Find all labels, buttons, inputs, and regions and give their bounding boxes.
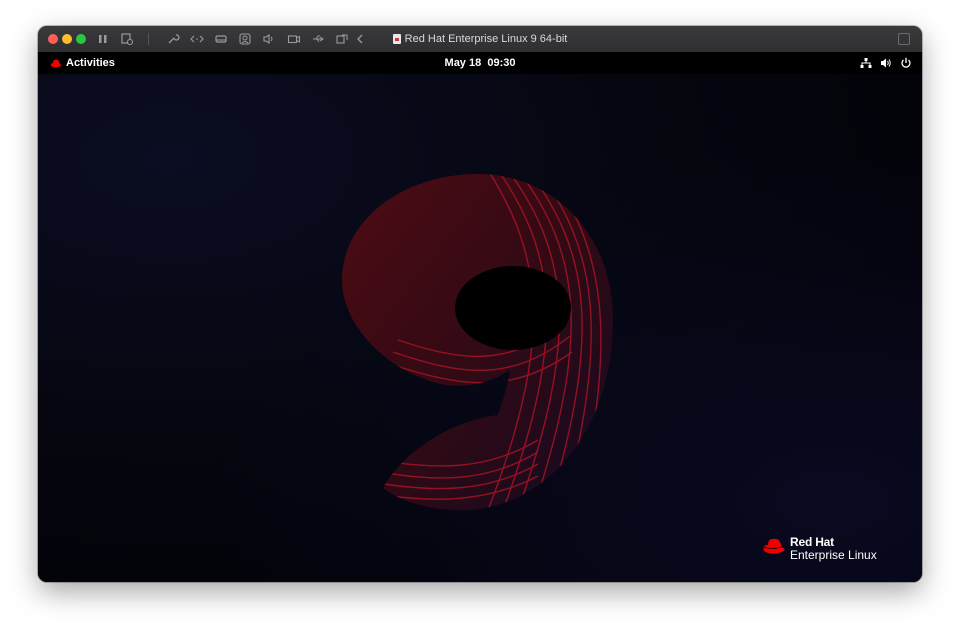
guest-desktop[interactable]: Activities May 18 09:30 Red Hat Enterpri… bbox=[38, 52, 922, 582]
share-icon[interactable] bbox=[335, 32, 349, 46]
redhat-hat-icon bbox=[762, 538, 786, 560]
vm-window: Red Hat Enterprise Linux 9 64-bit Activi… bbox=[38, 26, 922, 582]
snapshot-icon[interactable] bbox=[120, 32, 134, 46]
wallpaper-nine-graphic bbox=[338, 170, 618, 520]
system-tray[interactable] bbox=[860, 52, 912, 74]
window-titlebar[interactable]: Red Hat Enterprise Linux 9 64-bit bbox=[38, 26, 922, 53]
brand-product: Enterprise Linux bbox=[790, 548, 877, 562]
maximize-window-button[interactable] bbox=[76, 34, 86, 44]
network-icon[interactable] bbox=[860, 57, 872, 69]
volume-icon[interactable] bbox=[880, 57, 892, 69]
clock-label: May 18 09:30 bbox=[444, 57, 516, 69]
wrench-icon[interactable] bbox=[166, 32, 180, 46]
pause-icon[interactable] bbox=[96, 32, 110, 46]
code-icon[interactable] bbox=[190, 32, 204, 46]
minimize-window-button[interactable] bbox=[62, 34, 72, 44]
user-icon[interactable] bbox=[238, 32, 252, 46]
vm-document-icon bbox=[392, 34, 401, 44]
disk-icon[interactable] bbox=[214, 32, 228, 46]
usb-icon[interactable] bbox=[311, 32, 325, 46]
clock-button[interactable]: May 18 09:30 bbox=[38, 52, 922, 74]
gnome-top-bar: Activities May 18 09:30 bbox=[38, 52, 922, 74]
camera-icon[interactable] bbox=[287, 32, 301, 46]
close-window-button[interactable] bbox=[48, 34, 58, 44]
toolbar-divider bbox=[148, 33, 149, 45]
redhat-brand-logo: Red Hat Enterprise Linux bbox=[762, 536, 877, 562]
restore-window-icon[interactable] bbox=[898, 33, 910, 45]
back-arrow-icon[interactable] bbox=[353, 32, 367, 46]
power-icon[interactable] bbox=[900, 57, 912, 69]
window-title-text: Red Hat Enterprise Linux 9 64-bit bbox=[404, 33, 568, 45]
audio-icon[interactable] bbox=[262, 32, 276, 46]
